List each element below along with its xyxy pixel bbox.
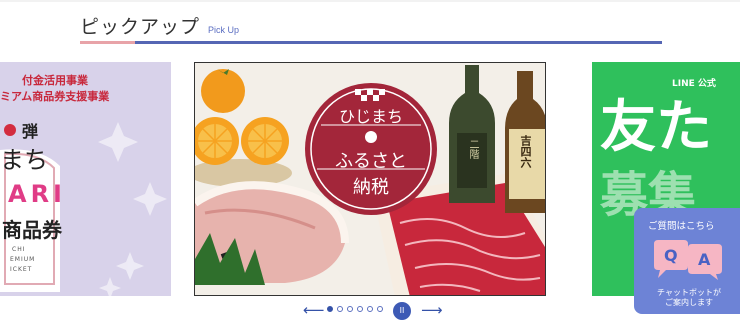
line-big-text: 友た [600, 95, 712, 160]
carousel-dot[interactable] [367, 306, 373, 312]
voucher-product: 商品券 [2, 218, 62, 242]
voucher-small3: ICKET [10, 266, 33, 273]
section-underline [80, 41, 662, 44]
seal-line1: ひじまち [338, 107, 403, 126]
bottle-label-2: 吉四六 [519, 135, 532, 168]
voucher-brand: ARI [8, 180, 66, 208]
section-title: ピックアップ [80, 16, 201, 38]
qa-bubbles-icon [654, 240, 722, 280]
pause-button[interactable]: II [393, 302, 411, 320]
carousel-dot[interactable] [337, 306, 343, 312]
seal-line3: 納税 [353, 177, 389, 198]
carousel-dot[interactable] [327, 306, 333, 312]
underline-accent [80, 41, 135, 44]
arrow-left-icon[interactable]: ⟵ [303, 302, 325, 318]
slide-furusato-nozei[interactable]: ひじまち ふるさと 納税 二階 吉四六 [194, 62, 546, 296]
chatbot-widget[interactable]: ご質問はこちら Q A チャットボットが ご案内します [634, 208, 740, 314]
bottle-label-1: 二階 [467, 139, 478, 159]
carousel-dot[interactable] [347, 306, 353, 312]
slide-premium-voucher[interactable]: 付金活用事業 ミアム商品券支援事業 弾 まち ARI 商品券 CHI EMIUM… [0, 62, 171, 296]
voucher-line2: ミアム商品券支援事業 [0, 90, 110, 103]
voucher-badge: 弾 [22, 122, 39, 141]
carousel-dots [327, 306, 383, 312]
chat-a-letter: A [698, 250, 711, 269]
top-divider [0, 0, 740, 2]
chat-desc: チャットボットが ご案内します [642, 288, 736, 308]
chat-desc-line2: ご案内します [665, 298, 713, 307]
voucher-town: まち [0, 146, 48, 174]
chat-q-letter: Q [664, 246, 678, 265]
carousel-dot[interactable] [377, 306, 383, 312]
voucher-small2: EMIUM [10, 256, 36, 263]
chat-title: ご質問はこちら [648, 221, 715, 232]
section-heading: ピックアップ Pick Up [80, 12, 239, 39]
section-subtitle: Pick Up [208, 25, 240, 35]
line-tag: LINE 公式 [672, 79, 716, 89]
chat-desc-line1: チャットボットが [657, 288, 721, 297]
carousel-dot[interactable] [357, 306, 363, 312]
voucher-line1: 付金活用事業 [22, 74, 88, 87]
voucher-small1: CHI [12, 246, 26, 253]
arrow-right-icon[interactable]: ⟶ [421, 302, 443, 318]
seal-line2: ふるさと [335, 151, 407, 172]
